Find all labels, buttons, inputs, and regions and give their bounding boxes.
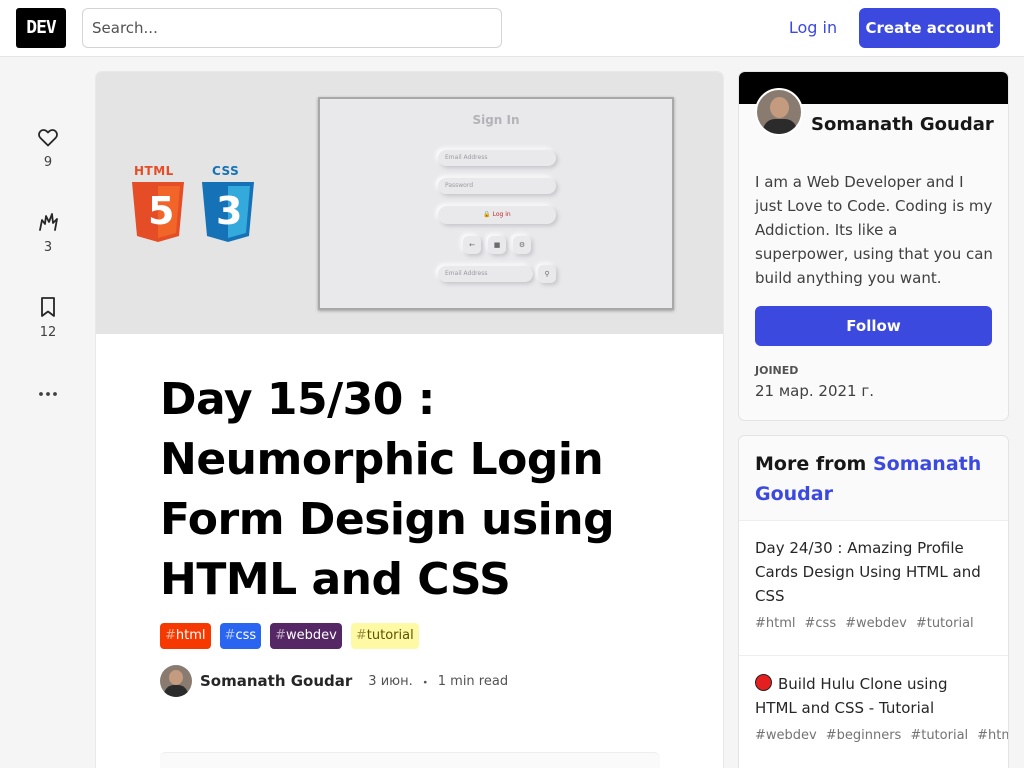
meta-separator: ・	[418, 675, 432, 691]
joined-date: 21 мар. 2021 г.	[755, 382, 875, 400]
joined-label: JOINED	[755, 364, 799, 377]
mockup-gear-icon: ⚙	[513, 236, 531, 254]
html-shield-label: HTML	[134, 164, 174, 178]
heart-icon	[38, 129, 58, 147]
cover-image: HTML 5 CSS 3 Sign In Email Address Passw…	[96, 72, 723, 334]
login-form-mockup: Sign In Email Address Password 🔒 Log in …	[318, 97, 674, 310]
mockup-title: Sign In	[472, 113, 520, 127]
more-post-tags: #webdev#beginners#tutorial#html	[755, 728, 1008, 743]
profile-name[interactable]: Somanath Goudar	[811, 114, 994, 135]
read-time: 1 min read	[437, 673, 509, 689]
more-post-tags: #html #css #webdev #tutorial	[755, 616, 974, 631]
author-row: Somanath Goudar 3 июн. ・ 1 min read	[160, 665, 508, 697]
discussion-box	[160, 752, 660, 768]
login-link[interactable]: Log in	[778, 8, 848, 48]
unicorn-icon	[39, 213, 58, 231]
css-shield-number: 3	[216, 189, 243, 233]
more-post-item[interactable]: Day 24/30 : Amazing Profile Cards Design…	[739, 536, 1008, 656]
mockup-login-button: 🔒 Log in	[438, 206, 556, 224]
heart-count: 9	[43, 155, 53, 170]
red-circle-emoji-icon	[755, 674, 772, 691]
top-header: DEV Log in Create account	[0, 0, 1024, 57]
save-count: 12	[39, 325, 57, 340]
mockup-email-field: Email Address	[438, 150, 556, 166]
tag-tutorial[interactable]: #tutorial	[350, 623, 419, 649]
author-profile-card: Somanath Goudar I am a Web Developer and…	[739, 72, 1008, 420]
ellipsis-icon	[39, 392, 57, 396]
mockup-back-icon: ←	[463, 236, 481, 254]
create-account-button[interactable]: Create account	[859, 8, 1000, 48]
html-shield-number: 5	[148, 189, 175, 233]
unicorn-reaction-button[interactable]: 3	[24, 210, 72, 255]
tag-html[interactable]: #html	[160, 623, 211, 649]
more-post-title[interactable]: Day 24/30 : Amazing Profile Cards Design…	[755, 536, 992, 608]
bookmark-icon	[41, 297, 55, 317]
author-name[interactable]: Somanath Goudar	[200, 672, 352, 690]
publish-date: 3 июн.	[368, 673, 413, 689]
profile-bio: I am a Web Developer and I just Love to …	[755, 173, 993, 287]
tag-css[interactable]: #css	[219, 623, 262, 649]
article-title: Day 15/30 : Neumorphic Login Form Design…	[160, 374, 615, 605]
author-avatar[interactable]	[160, 665, 192, 697]
more-options-button[interactable]	[24, 382, 72, 406]
mockup-search-icon: ⚲	[538, 265, 556, 283]
search-input[interactable]	[82, 8, 502, 48]
mockup-password-field: Password	[438, 178, 556, 194]
css-shield-label: CSS	[212, 164, 240, 178]
unicorn-count: 3	[43, 240, 53, 255]
dev-logo[interactable]: DEV	[16, 8, 66, 48]
more-from-card: More from Somanath Goudar Day 24/30 : Am…	[739, 436, 1008, 768]
tag-webdev[interactable]: #webdev	[270, 623, 342, 649]
mockup-search-field: Email Address	[438, 266, 533, 282]
more-from-heading: More from Somanath Goudar	[739, 436, 1008, 521]
more-post-title[interactable]: Build Hulu Clone using HTML and CSS - Tu…	[755, 672, 992, 720]
article-card: HTML 5 CSS 3 Sign In Email Address Passw…	[96, 72, 723, 768]
mockup-stop-icon: ■	[488, 236, 506, 254]
article-tags: #html #css #webdev #tutorial	[160, 623, 419, 649]
profile-avatar[interactable]	[755, 88, 803, 136]
save-reaction-button[interactable]: 12	[24, 295, 72, 340]
follow-button[interactable]: Follow	[755, 306, 992, 346]
heart-reaction-button[interactable]: 9	[24, 125, 72, 170]
more-post-item[interactable]: Build Hulu Clone using HTML and CSS - Tu…	[739, 672, 1008, 768]
